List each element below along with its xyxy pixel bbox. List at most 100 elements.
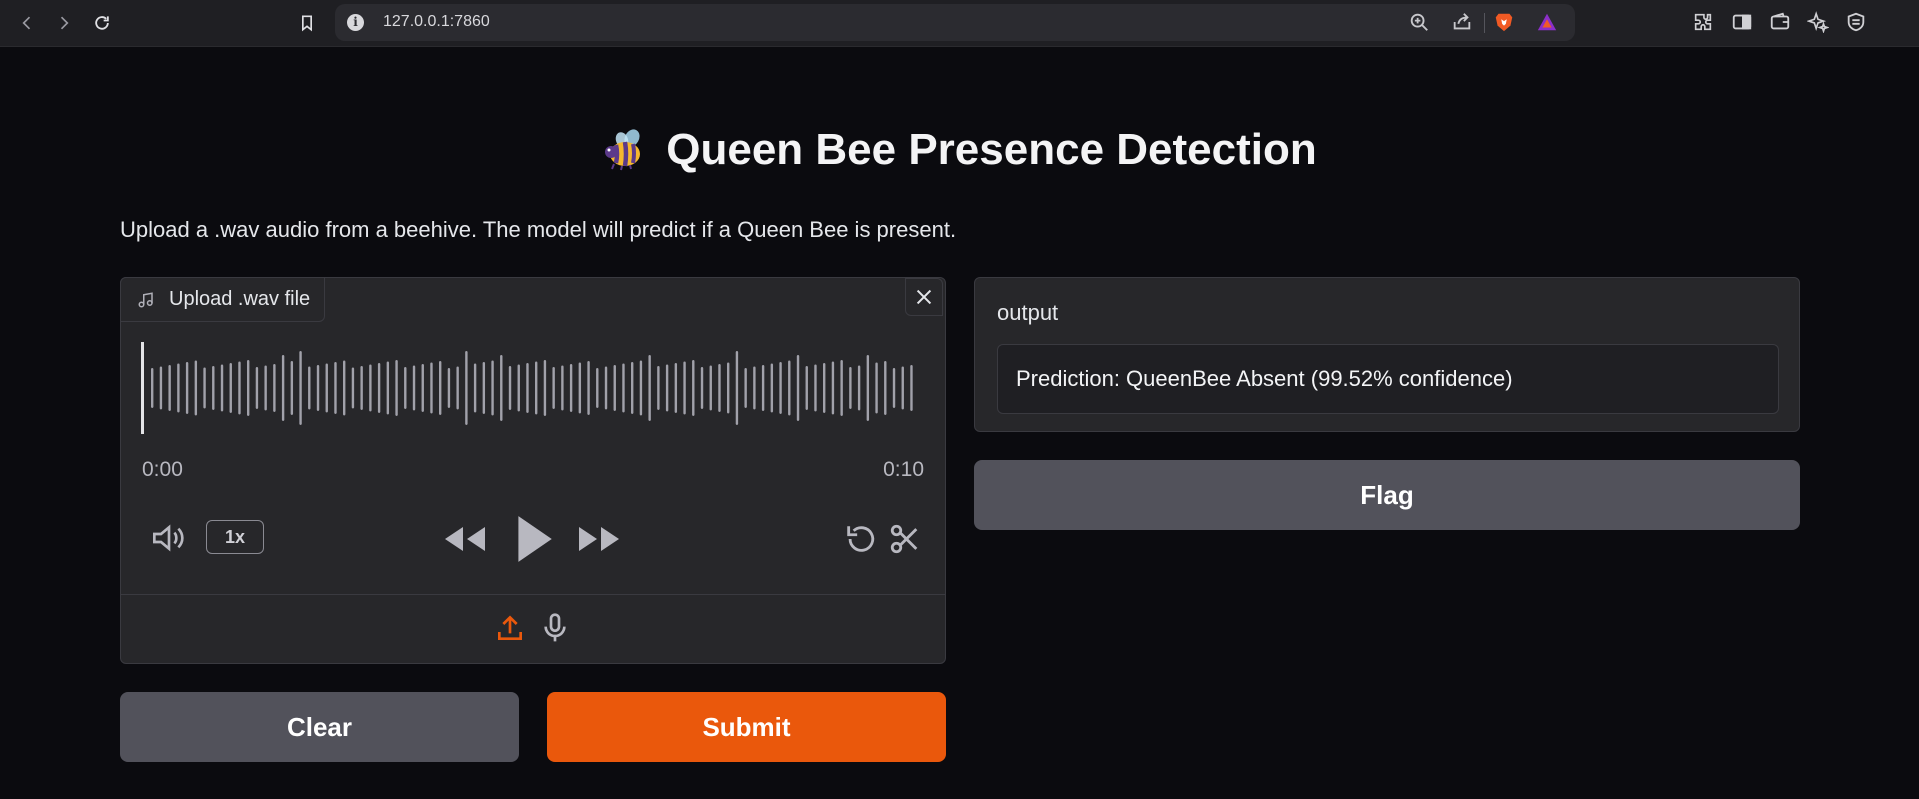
waveform-bar bbox=[901, 366, 904, 410]
page-title: Queen Bee Presence Detection bbox=[0, 125, 1919, 175]
waveform-bar bbox=[543, 360, 547, 416]
back-icon[interactable] bbox=[14, 10, 40, 36]
waveform-bar bbox=[805, 366, 808, 410]
waveform-bar bbox=[639, 360, 643, 416]
forward-icon[interactable] bbox=[51, 10, 77, 36]
waveform-bar bbox=[264, 365, 267, 411]
waveform-bar bbox=[814, 364, 817, 412]
waveform-bar bbox=[491, 360, 494, 416]
output-label: output bbox=[997, 300, 1059, 325]
waveform-bar bbox=[561, 365, 564, 411]
waveform-bar bbox=[779, 362, 782, 414]
audio-label-text: Upload .wav file bbox=[169, 288, 311, 310]
undo-icon[interactable] bbox=[843, 522, 877, 556]
waveform-bar bbox=[473, 363, 477, 413]
waveform-bar bbox=[866, 355, 870, 421]
waveform-bar bbox=[430, 362, 433, 414]
browser-toolbar: i 127.0.0.1:7860 bbox=[0, 0, 1919, 47]
waveform-bar bbox=[770, 363, 774, 413]
volume-icon[interactable] bbox=[150, 522, 188, 554]
waveform-bar bbox=[343, 360, 346, 416]
waveform-bar bbox=[875, 362, 878, 414]
waveform-bar bbox=[229, 363, 232, 413]
waveform-bar bbox=[613, 365, 616, 411]
waveform-bar bbox=[535, 361, 538, 415]
waveform-bar bbox=[194, 360, 198, 416]
zoom-icon[interactable] bbox=[1408, 11, 1432, 35]
playback-speed-button[interactable]: 1x bbox=[206, 520, 264, 554]
waveform-bar bbox=[456, 366, 459, 410]
waveform-bar bbox=[238, 361, 241, 415]
sidebar-icon[interactable] bbox=[1731, 11, 1755, 35]
gradio-app: Queen Bee Presence Detection Upload a .w… bbox=[0, 47, 1919, 799]
share-icon[interactable] bbox=[1451, 11, 1475, 35]
microphone-icon[interactable] bbox=[539, 611, 571, 645]
audio-input-panel: Upload .wav file 0:00 0:10 1x bbox=[120, 277, 946, 664]
waveform-bar bbox=[465, 351, 468, 425]
waveform-bar bbox=[299, 351, 302, 425]
waveform-bar bbox=[587, 361, 590, 415]
clear-button[interactable]: Clear bbox=[120, 692, 519, 762]
waveform-bar bbox=[727, 362, 730, 414]
waveform-bar bbox=[831, 361, 835, 415]
waveform-bar bbox=[421, 364, 424, 412]
audio-input-label: Upload .wav file bbox=[120, 277, 326, 322]
waveform-bar bbox=[665, 364, 669, 412]
waveform-bar bbox=[351, 367, 355, 409]
address-bar[interactable]: i 127.0.0.1:7860 bbox=[335, 4, 1575, 41]
waveform-bar bbox=[788, 360, 791, 416]
vpn-icon[interactable] bbox=[1845, 11, 1869, 35]
total-duration: 0:10 bbox=[883, 458, 924, 481]
waveform-bar bbox=[700, 367, 704, 409]
waveform-bar bbox=[151, 368, 154, 408]
playhead[interactable] bbox=[141, 342, 144, 434]
waveform-bar bbox=[316, 365, 320, 411]
bookmark-icon[interactable] bbox=[294, 10, 320, 36]
music-note-icon bbox=[137, 291, 155, 309]
brave-icon[interactable] bbox=[1493, 11, 1517, 35]
wallet-icon[interactable] bbox=[1769, 11, 1793, 35]
waveform-bar bbox=[447, 368, 451, 408]
waveform-bar bbox=[578, 362, 582, 414]
waveform-bar bbox=[255, 367, 259, 409]
rewards-icon[interactable] bbox=[1536, 11, 1560, 35]
output-textbox[interactable]: Prediction: QueenBee Absent (99.52% conf… bbox=[997, 344, 1779, 414]
waveform-bar bbox=[857, 365, 861, 411]
flag-button[interactable]: Flag bbox=[974, 460, 1800, 530]
rewind-icon[interactable] bbox=[443, 523, 487, 555]
waveform-bar bbox=[823, 363, 826, 413]
waveform-bar bbox=[185, 362, 189, 414]
scissors-icon[interactable] bbox=[888, 522, 922, 556]
waveform-bar bbox=[412, 365, 416, 411]
waveform-bar bbox=[439, 361, 442, 415]
fast-forward-icon[interactable] bbox=[577, 523, 621, 555]
waveform-bar bbox=[281, 355, 285, 421]
leo-icon[interactable] bbox=[1806, 11, 1831, 35]
waveform-bar bbox=[735, 351, 739, 425]
submit-button[interactable]: Submit bbox=[547, 692, 946, 762]
waveform-bar bbox=[159, 366, 163, 410]
reload-icon[interactable] bbox=[89, 10, 115, 36]
waveform-bar bbox=[622, 363, 625, 413]
waveform-bar bbox=[500, 355, 503, 421]
bee-icon bbox=[602, 128, 646, 172]
info-icon[interactable]: i bbox=[347, 14, 364, 31]
play-icon[interactable] bbox=[511, 514, 555, 564]
waveform-bar bbox=[674, 363, 678, 413]
waveform-bar bbox=[325, 363, 328, 413]
waveform-bar bbox=[596, 368, 599, 408]
close-icon[interactable] bbox=[905, 278, 943, 316]
app-description: Upload a .wav audio from a beehive. The … bbox=[120, 217, 957, 242]
waveform-bar bbox=[377, 363, 381, 413]
waveform-bar bbox=[290, 361, 294, 415]
waveform-bar bbox=[604, 366, 608, 410]
extensions-icon[interactable] bbox=[1692, 11, 1716, 35]
audio-waveform[interactable] bbox=[141, 340, 919, 436]
waveform-bar bbox=[517, 364, 520, 412]
waveform-bar bbox=[273, 364, 276, 412]
upload-icon[interactable] bbox=[494, 612, 526, 644]
waveform-bar bbox=[386, 361, 390, 415]
waveform-bar bbox=[709, 365, 712, 411]
waveform-bar bbox=[404, 367, 407, 409]
url-text[interactable]: 127.0.0.1:7860 bbox=[383, 13, 490, 31]
